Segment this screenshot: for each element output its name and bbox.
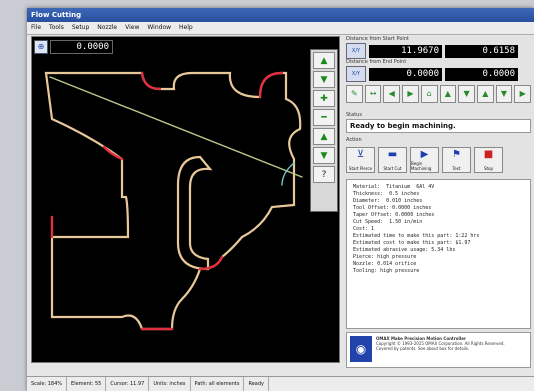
menu-help[interactable]: Help bbox=[179, 22, 193, 34]
status-text: Ready to begin machining. bbox=[346, 119, 531, 133]
help-icon[interactable]: ? bbox=[313, 166, 335, 183]
dro-caption-end: Distance from End Point bbox=[346, 59, 407, 65]
action-buttons: ⊻ Start Pierce ▬ Start Cut ▶ Begin Machinin… bbox=[343, 144, 534, 176]
status-label: Status bbox=[346, 112, 362, 118]
actions-label: Action bbox=[346, 137, 362, 143]
info-line: Taper Offset: 0.0000 inches bbox=[353, 212, 435, 218]
info-line: Estimated time to make this part: 1:22 h… bbox=[353, 233, 480, 239]
stop-icon: ■ bbox=[483, 149, 494, 160]
about-box: ◉ OMAX Make Precision Motion Controller … bbox=[346, 332, 531, 368]
jog-toolbar: ✎ ↔ ◀ ▶ ⌂ ▲ ▼ ▲ ▼ ▶ bbox=[343, 82, 534, 108]
arrow-right-icon[interactable]: ▶ bbox=[402, 85, 419, 103]
menu-tools[interactable]: Tools bbox=[49, 22, 64, 34]
dro-y-value: 0.0000 bbox=[445, 67, 518, 81]
info-line: Cost: 1 bbox=[353, 226, 375, 232]
status-bar: Scale: 184% Element: 55 Cursor: 11.97 Un… bbox=[27, 376, 534, 391]
stop-button[interactable]: ■ Stop bbox=[474, 147, 503, 173]
arrow-up-icon[interactable]: ▲ bbox=[313, 128, 335, 145]
company-logo-icon: ◉ bbox=[350, 336, 372, 362]
arrow-down-icon[interactable]: ▼ bbox=[495, 85, 513, 103]
red-segment bbox=[102, 145, 124, 161]
arrow-down-icon[interactable]: ▼ bbox=[458, 85, 475, 103]
start-cut-button[interactable]: ▬ Start Cut bbox=[378, 147, 407, 173]
position-readout: ⊕ 0.0000 bbox=[34, 39, 134, 54]
arrow-down-icon[interactable]: ▼ bbox=[313, 71, 335, 88]
home-icon[interactable]: ⌂ bbox=[420, 85, 438, 103]
plus-icon[interactable]: ✚ bbox=[313, 90, 335, 107]
info-line: Tool Offset: 0.0000 inches bbox=[353, 205, 432, 211]
axis-button[interactable]: X/Y bbox=[346, 43, 366, 59]
arrow-left-icon[interactable]: ◀ bbox=[383, 85, 401, 103]
inner-slot bbox=[176, 155, 213, 271]
info-line: Diameter: 0.010 inches bbox=[353, 198, 423, 204]
position-value: 0.0000 bbox=[50, 39, 113, 54]
status-scale: Scale: 184% bbox=[27, 377, 68, 391]
crosshair-icon[interactable]: ⊕ bbox=[34, 39, 48, 54]
about-patents: Covered by patents. See about box for de… bbox=[376, 346, 470, 351]
dro-x-value: 0.0000 bbox=[369, 67, 442, 81]
arrow-right-icon[interactable]: ▶ bbox=[514, 85, 532, 103]
info-line: Nozzle: 0.014 orifice bbox=[353, 261, 417, 267]
status-element: Element: 55 bbox=[67, 377, 107, 391]
dro-y-value: 0.6158 bbox=[445, 44, 518, 58]
info-line: Tooling: high pressure bbox=[353, 268, 420, 274]
menu-setup[interactable]: Setup bbox=[72, 22, 89, 34]
arrow-up-icon[interactable]: ▲ bbox=[476, 85, 494, 103]
start-pierce-button[interactable]: ⊻ Start Pierce bbox=[346, 147, 375, 173]
info-line: Material: Titanium 6Al 4V bbox=[353, 184, 435, 190]
tool-palette: ▲ ▼ ✚ ━ ▲ ▼ ? bbox=[310, 49, 338, 212]
red-segment bbox=[258, 71, 284, 99]
arrow-up-icon[interactable]: ▲ bbox=[439, 85, 457, 103]
test-button[interactable]: ⚑ Test bbox=[442, 147, 471, 173]
minus-icon[interactable]: ━ bbox=[313, 109, 335, 126]
begin-machining-button[interactable]: ▶ Begin Machining bbox=[410, 147, 439, 173]
window-title: Flow Cutting bbox=[27, 8, 534, 22]
status-units: Units: inches bbox=[149, 377, 191, 391]
dro-row-end: X/Y 0.0000 0.0000 bbox=[343, 66, 534, 82]
axis-button[interactable]: X/Y bbox=[346, 66, 366, 82]
pencil-icon[interactable]: ✎ bbox=[346, 85, 363, 103]
part-outline bbox=[44, 71, 302, 331]
menu-view[interactable]: View bbox=[125, 22, 139, 34]
test-icon: ⚑ bbox=[452, 149, 461, 160]
info-line: Thickness: 0.5 inches bbox=[353, 191, 420, 197]
menu-nozzle[interactable]: Nozzle bbox=[97, 22, 117, 34]
info-line: Estimated abrasive usage: 5.34 lbs bbox=[353, 247, 456, 253]
status-path: Path: all elements bbox=[191, 377, 245, 391]
info-line: Cut Speed: 1.50 in/min bbox=[353, 219, 423, 225]
application-window: Flow Cutting File Tools Setup Nozzle Vie… bbox=[27, 8, 534, 391]
pierce-icon: ⊻ bbox=[356, 149, 365, 160]
about-text: OMAX Make Precision Motion Controller Co… bbox=[376, 336, 505, 364]
arrow-left-right-icon[interactable]: ↔ bbox=[364, 85, 382, 103]
toolpath-canvas[interactable]: ⊕ 0.0000 bbox=[31, 36, 340, 363]
job-info-panel: Material: Titanium 6Al 4V Thickness: 0.5 … bbox=[346, 179, 531, 329]
red-segment bbox=[140, 71, 162, 91]
dro-row-start: X/Y 11.9670 0.6158 bbox=[343, 43, 534, 59]
play-icon: ▶ bbox=[420, 149, 429, 160]
menu-bar: File Tools Setup Nozzle View Window Help bbox=[27, 22, 534, 35]
arrow-down-icon[interactable]: ▼ bbox=[313, 147, 335, 164]
menu-file[interactable]: File bbox=[31, 22, 41, 34]
arrow-up-icon[interactable]: ▲ bbox=[313, 52, 335, 69]
control-panel: Distance from Start Point X/Y 11.9670 0.… bbox=[343, 36, 534, 368]
lead-out-line bbox=[281, 162, 295, 186]
monitor-icon: ▬ bbox=[387, 149, 398, 160]
info-line: Estimated cost to make this part: $1.97 bbox=[353, 240, 471, 246]
dro-caption-start: Distance from Start Point bbox=[346, 36, 409, 42]
info-line: Pierce: high pressure bbox=[353, 254, 417, 260]
lead-in-line bbox=[49, 76, 303, 178]
toolpath-drawing bbox=[44, 71, 303, 331]
status-ready: Ready bbox=[244, 377, 269, 391]
menu-window[interactable]: Window bbox=[147, 22, 171, 34]
dro-x-value: 11.9670 bbox=[369, 44, 442, 58]
status-cursor: Cursor: 11.97 bbox=[106, 377, 150, 391]
